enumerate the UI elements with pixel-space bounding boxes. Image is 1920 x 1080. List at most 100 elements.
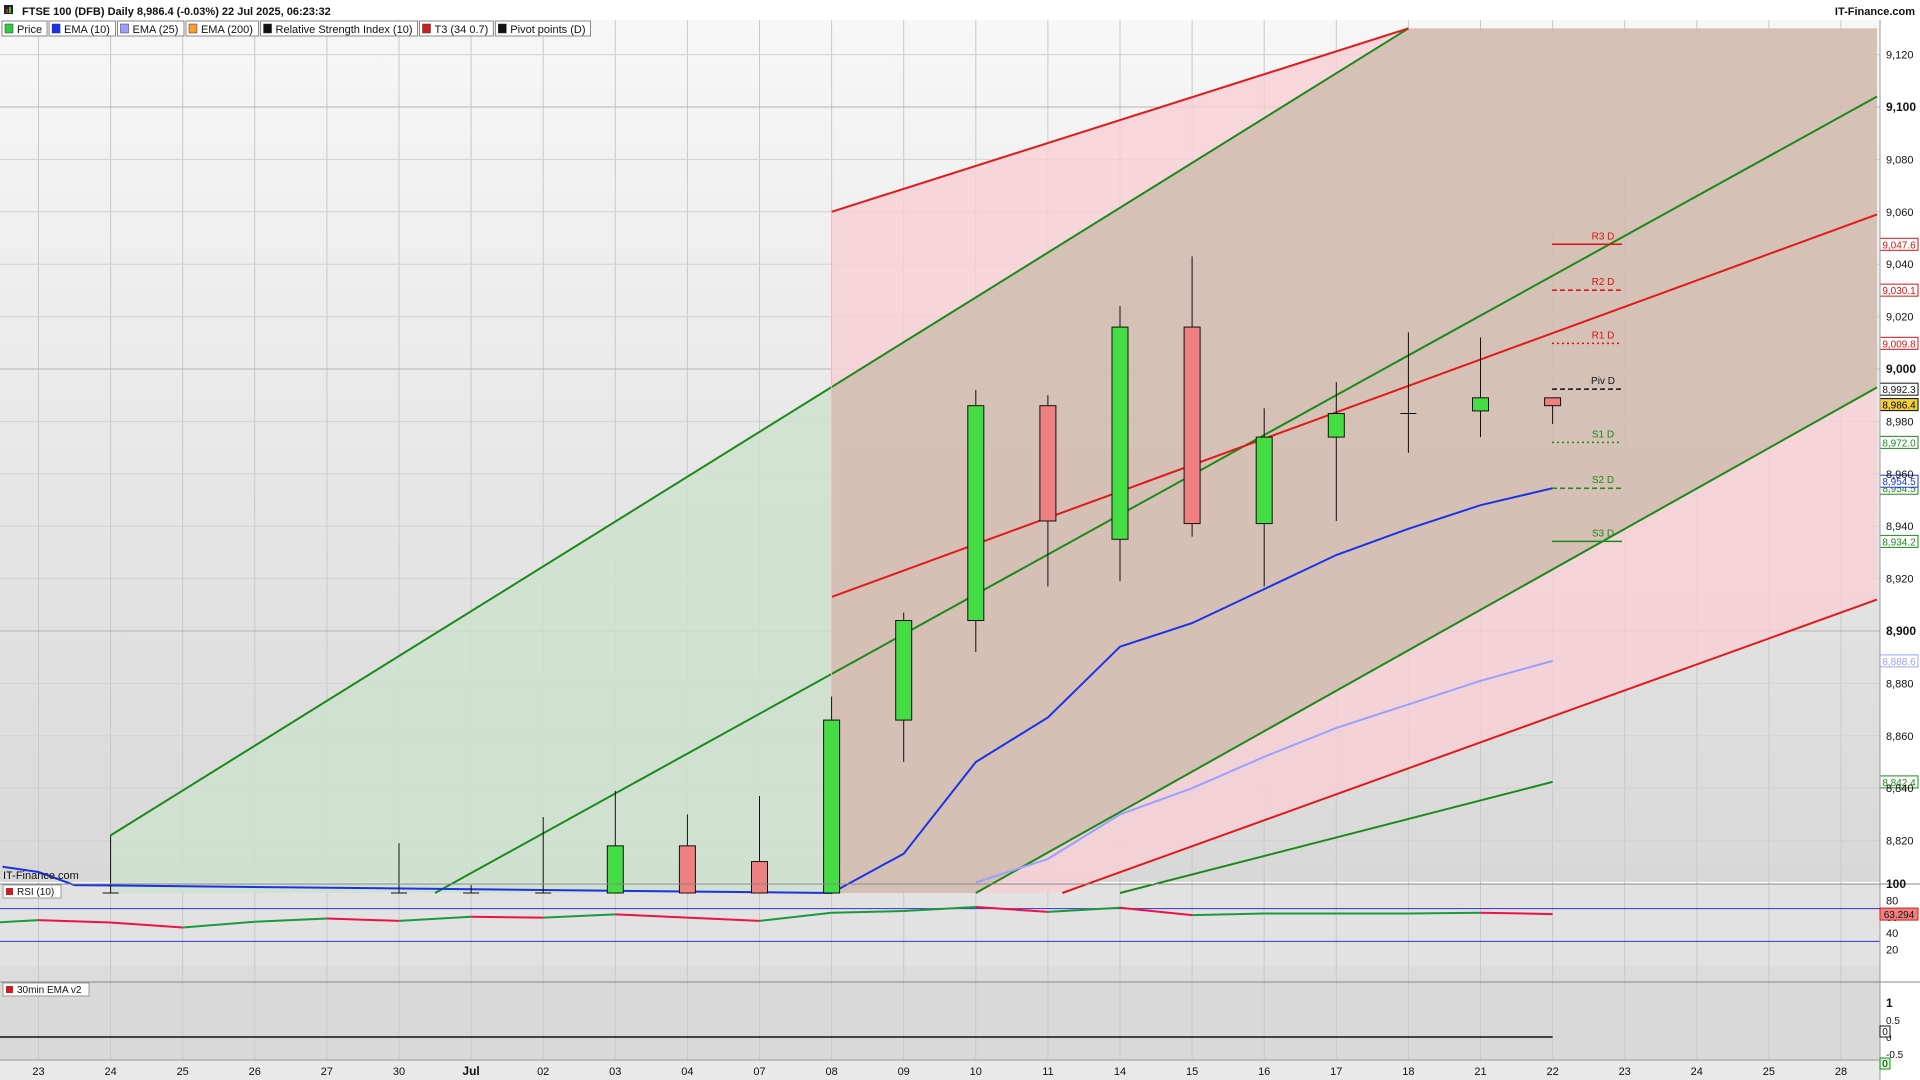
x-tick-label: 25 <box>1763 1066 1775 1078</box>
x-tick-label: 23 <box>1619 1066 1631 1078</box>
legend-label: Relative Strength Index (10) <box>276 24 413 36</box>
price-tag: 8,888.6 <box>1879 654 1919 668</box>
legend-label: EMA (25) <box>133 24 179 36</box>
ema30-label: 30min EMA v2 <box>17 985 82 996</box>
x-tick-label: 24 <box>1691 1066 1703 1078</box>
legend-bar: Price EMA (10) EMA (25) EMA (200) Relative S… <box>1 20 591 37</box>
rsi-label-box: RSI (10) <box>2 884 62 899</box>
header-status-icon <box>4 5 13 14</box>
y-tick-label: 8,940 <box>1886 521 1914 533</box>
pivot-label: R3 D <box>1592 231 1615 242</box>
legend-label: T3 (34 0.7) <box>435 24 489 36</box>
legend-item[interactable]: EMA (25) <box>117 20 185 37</box>
legend-label: EMA (200) <box>201 24 253 36</box>
x-tick-label: 15 <box>1186 1066 1198 1078</box>
y-tick-label: 8,980 <box>1886 416 1914 428</box>
legend-label: Price <box>17 24 42 36</box>
rsi-tick-label: 100 <box>1886 877 1906 891</box>
rsi-segment <box>1480 911 1553 916</box>
pivot-label: S1 D <box>1592 429 1614 440</box>
candle-body <box>606 845 624 894</box>
brand-link[interactable]: IT-Finance.com <box>1835 6 1915 18</box>
candle <box>967 389 985 652</box>
y-tick-label: 9,120 <box>1886 50 1914 62</box>
legend-item[interactable]: Relative Strength Index (10) <box>260 20 419 37</box>
rsi-tick-label: 80 <box>1886 895 1898 907</box>
pivot-price-tag: 9,047.6 <box>1879 237 1919 251</box>
svg-text:8,934.2: 8,934.2 <box>1882 537 1916 548</box>
pivot-label: S3 D <box>1592 528 1614 539</box>
y-tick-label: 8,820 <box>1886 836 1914 848</box>
x-tick-label: 03 <box>609 1066 621 1078</box>
candle-body <box>967 405 985 622</box>
candle-body <box>823 719 841 894</box>
x-tick-label: 08 <box>825 1066 837 1078</box>
pivot-price-tag: 8,972.0 <box>1879 435 1919 449</box>
x-tick-label: 10 <box>970 1066 982 1078</box>
svg-text:8,972.0: 8,972.0 <box>1882 438 1916 449</box>
y-tick-label: 8,880 <box>1886 678 1914 690</box>
pivot-label: R1 D <box>1592 330 1615 341</box>
pivot-price-tag: 9,030.1 <box>1879 283 1919 297</box>
y-tick-label: 9,020 <box>1886 312 1914 324</box>
x-tick-label: 30 <box>393 1066 405 1078</box>
y-tick-label: 9,040 <box>1886 259 1914 271</box>
legend-item[interactable]: Price <box>1 20 48 37</box>
svg-text:0: 0 <box>1882 1059 1888 1070</box>
x-tick-label: 18 <box>1402 1066 1414 1078</box>
candle-body <box>895 620 913 721</box>
candle-body <box>751 861 768 894</box>
chart-title: FTSE 100 (DFB) Daily 8,986.4 (-0.03%) 22… <box>22 6 331 18</box>
y-tick-label: 9,080 <box>1886 154 1914 166</box>
rsi-tick-label: 20 <box>1886 945 1898 957</box>
pivot-label: S2 D <box>1592 475 1614 486</box>
x-tick-label: 09 <box>898 1066 910 1078</box>
svg-text:9,009.8: 9,009.8 <box>1882 339 1916 350</box>
x-tick-label: 22 <box>1546 1066 1558 1078</box>
legend-item[interactable]: Pivot points (D) <box>494 20 591 37</box>
ema30-tick-label: 1 <box>1886 996 1893 1010</box>
rsi-value-tag: 63.294 <box>1879 907 1919 921</box>
candle-body <box>1255 436 1273 525</box>
x-tick-label: 23 <box>32 1066 44 1078</box>
rsi-segment <box>1408 911 1481 915</box>
ema30-tag-bottom: 0 <box>1879 1057 1891 1070</box>
legend-item[interactable]: EMA (10) <box>48 20 117 37</box>
svg-text:8,888.6: 8,888.6 <box>1882 657 1916 668</box>
candle <box>823 696 841 894</box>
x-tick-label: 24 <box>104 1066 116 1078</box>
x-tick-label: Jul <box>462 1064 479 1078</box>
x-tick-label: 04 <box>681 1066 693 1078</box>
chart-canvas: R3 D R2 D R1 D Piv D S1 D S2 D S3 D RSI (10) 30… <box>0 0 1920 1080</box>
legend-label: EMA (10) <box>64 24 110 36</box>
x-tick-label: 07 <box>753 1066 765 1078</box>
rsi-tick-label: 40 <box>1886 928 1898 940</box>
candle-body <box>1111 326 1129 540</box>
x-tick-label: 28 <box>1835 1066 1847 1078</box>
svg-text:8,986.4: 8,986.4 <box>1882 401 1916 412</box>
price-tag: 8,986.4 <box>1879 398 1919 412</box>
x-tick-label: 16 <box>1258 1066 1270 1078</box>
ema30-tick-label: 0.5 <box>1886 1016 1900 1027</box>
legend-item[interactable]: EMA (200) <box>185 20 260 37</box>
ema30-label-box: 30min EMA v2 <box>2 982 90 997</box>
y-tick-label: 9,100 <box>1886 100 1916 114</box>
x-tick-label: 26 <box>249 1066 261 1078</box>
watermark: IT-Finance.com <box>3 870 79 882</box>
x-tick-label: 17 <box>1330 1066 1342 1078</box>
y-tick-label: 9,060 <box>1886 207 1914 219</box>
svg-text:0: 0 <box>1882 1027 1888 1038</box>
pivot-price-tag: 8,992.3 <box>1879 382 1919 396</box>
legend-item[interactable]: T3 (34 0.7) <box>419 20 494 37</box>
pivot-price-tag: 9,009.8 <box>1879 336 1919 350</box>
candle-body <box>1327 413 1345 438</box>
x-tick-label: 11 <box>1042 1066 1053 1078</box>
x-tick-label: 21 <box>1474 1066 1486 1078</box>
pivot-label: R2 D <box>1592 277 1615 288</box>
legend-label: Pivot points (D) <box>510 24 585 36</box>
x-tick-label: 27 <box>321 1066 333 1078</box>
svg-text:9,047.6: 9,047.6 <box>1882 240 1916 251</box>
rsi-segment <box>471 915 544 919</box>
pivot-price-tag: 8,934.2 <box>1879 534 1919 548</box>
candle-body <box>1183 326 1201 525</box>
